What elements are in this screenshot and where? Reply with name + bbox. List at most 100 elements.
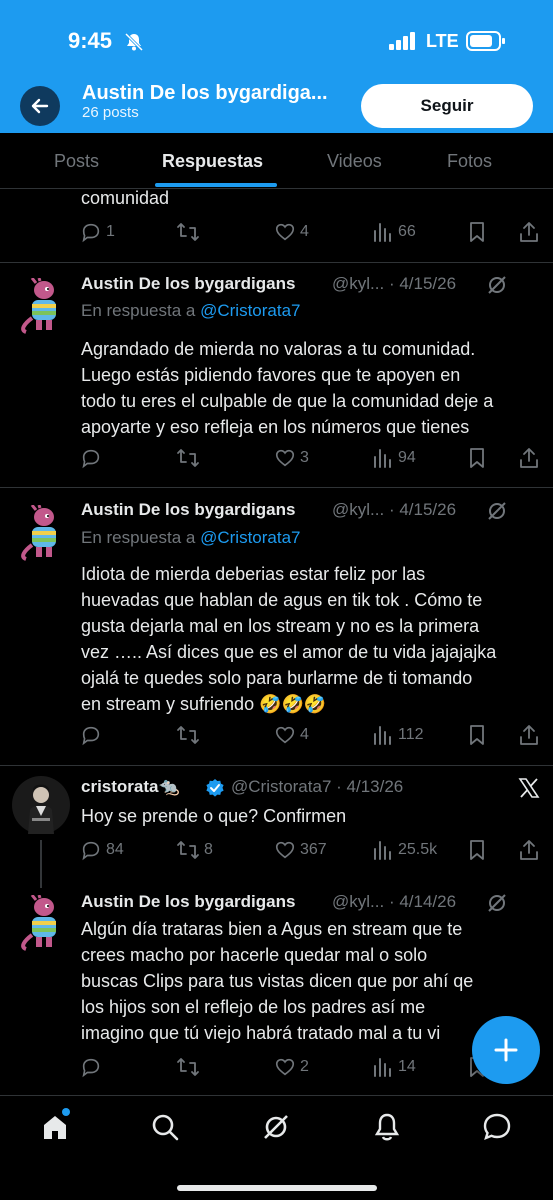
like-button[interactable]: 3: [274, 443, 309, 473]
share-button[interactable]: [518, 443, 544, 473]
home-icon[interactable]: [40, 1112, 70, 1142]
views-icon: [374, 726, 391, 745]
views-button[interactable]: 112: [372, 720, 424, 750]
author-handle: @kyl... · 4/14/26: [332, 892, 457, 911]
repost-button[interactable]: [176, 443, 204, 473]
back-button[interactable]: [20, 86, 60, 126]
repost-icon: [177, 726, 199, 744]
post-text: Algún día trataras bien a Agus en stream…: [81, 919, 474, 1043]
repost-button[interactable]: [176, 217, 204, 247]
repost-button[interactable]: [176, 1052, 204, 1082]
author-name[interactable]: cristorata🐀: [81, 777, 180, 797]
views-button[interactable]: 25.5k: [372, 835, 437, 865]
repost-button[interactable]: 8: [176, 835, 213, 865]
divider: [0, 262, 553, 263]
bookmark-icon: [470, 222, 484, 242]
compose-button[interactable]: [472, 1016, 540, 1084]
like-button[interactable]: 4: [274, 217, 309, 247]
views-icon: [374, 223, 391, 242]
avatar[interactable]: [12, 776, 70, 834]
grok-icon[interactable]: [486, 500, 508, 522]
views-button[interactable]: 94: [372, 443, 416, 473]
heart-icon: [275, 841, 295, 859]
post-count: 26 posts: [82, 104, 139, 121]
post-actions: 4 112: [0, 720, 553, 750]
verified-badge-icon: [206, 779, 224, 797]
views-icon: [374, 1058, 391, 1077]
grok-icon[interactable]: [486, 274, 508, 296]
share-button[interactable]: [518, 835, 544, 865]
author-handle: @kyl... · 4/15/26: [332, 500, 457, 519]
share-button[interactable]: [518, 217, 544, 247]
repost-icon: [177, 1058, 199, 1076]
grok-icon[interactable]: [261, 1112, 291, 1142]
follow-button[interactable]: Seguir: [361, 84, 533, 128]
like-button[interactable]: 2: [274, 1052, 309, 1082]
reply-context: En respuesta a @Cristorata7: [81, 301, 301, 320]
tab-videos[interactable]: Videos: [327, 151, 382, 172]
reply-icon: [82, 841, 100, 861]
post-text: Agrandado de mierda no valoras a tu comu…: [81, 339, 494, 437]
heart-icon: [275, 449, 295, 467]
repost-icon: [177, 449, 199, 467]
repost-icon: [177, 223, 199, 241]
post-actions: 84 8 367 25.5k: [0, 835, 553, 865]
author-name[interactable]: Austin De los bygardigans: [81, 500, 295, 520]
share-icon: [520, 222, 538, 242]
like-button[interactable]: 4: [274, 720, 309, 750]
repost-button[interactable]: [176, 720, 204, 750]
battery-icon: [466, 31, 505, 51]
bookmark-icon: [470, 448, 484, 468]
reply-button[interactable]: [80, 443, 106, 473]
arrow-left-icon: [31, 98, 49, 114]
tab-posts[interactable]: Posts: [54, 151, 99, 172]
post-text: comunidad: [81, 188, 170, 208]
tab-fotos[interactable]: Fotos: [447, 151, 492, 172]
reply-icon: [82, 449, 100, 469]
avatar[interactable]: [14, 895, 62, 951]
heart-icon: [275, 726, 295, 744]
divider: [0, 765, 553, 766]
notification-dot: [62, 1108, 70, 1116]
x-logo-icon: [518, 778, 540, 798]
bell-icon[interactable]: [372, 1112, 402, 1142]
mention-link[interactable]: @Cristorata7: [200, 528, 300, 547]
like-button[interactable]: 367: [274, 835, 327, 865]
bell-slash-icon: [124, 32, 144, 52]
reply-button[interactable]: [80, 1052, 106, 1082]
post-actions: 2 14: [0, 1052, 553, 1082]
status-time: 9:45: [68, 28, 113, 53]
author-handle: @kyl... · 4/15/26: [332, 274, 457, 293]
tab-respuestas[interactable]: Respuestas: [162, 151, 263, 172]
avatar[interactable]: [14, 278, 62, 334]
reply-icon: [82, 1058, 100, 1078]
heart-icon: [275, 1058, 295, 1076]
grok-icon[interactable]: [486, 892, 508, 914]
divider: [0, 487, 553, 488]
reply-button[interactable]: 84: [80, 835, 124, 865]
author-name[interactable]: Austin De los bygardigans: [81, 892, 295, 912]
bookmark-button[interactable]: [467, 720, 491, 750]
home-indicator: [177, 1185, 377, 1191]
bookmark-button[interactable]: [467, 443, 491, 473]
share-icon: [520, 840, 538, 860]
bookmark-button[interactable]: [467, 835, 491, 865]
reply-button[interactable]: 1: [80, 217, 115, 247]
reply-button[interactable]: [80, 720, 106, 750]
profile-tabs: Posts Respuestas Videos Fotos: [0, 133, 553, 189]
search-icon[interactable]: [150, 1112, 180, 1142]
reply-context: En respuesta a @Cristorata7: [81, 528, 301, 547]
avatar[interactable]: [14, 505, 62, 561]
network-type: LTE: [426, 31, 459, 51]
views-button[interactable]: 66: [372, 217, 416, 247]
heart-icon: [275, 223, 295, 241]
post-text: Idiota de mierda deberias estar feliz po…: [81, 564, 497, 714]
share-button[interactable]: [518, 720, 544, 750]
views-button[interactable]: 14: [372, 1052, 416, 1082]
bookmark-button[interactable]: [467, 217, 491, 247]
author-name[interactable]: Austin De los bygardigans: [81, 274, 295, 294]
messages-icon[interactable]: [482, 1112, 512, 1142]
mention-link[interactable]: @Cristorata7: [200, 301, 300, 320]
reply-icon: [82, 223, 100, 243]
views-icon: [374, 449, 391, 468]
